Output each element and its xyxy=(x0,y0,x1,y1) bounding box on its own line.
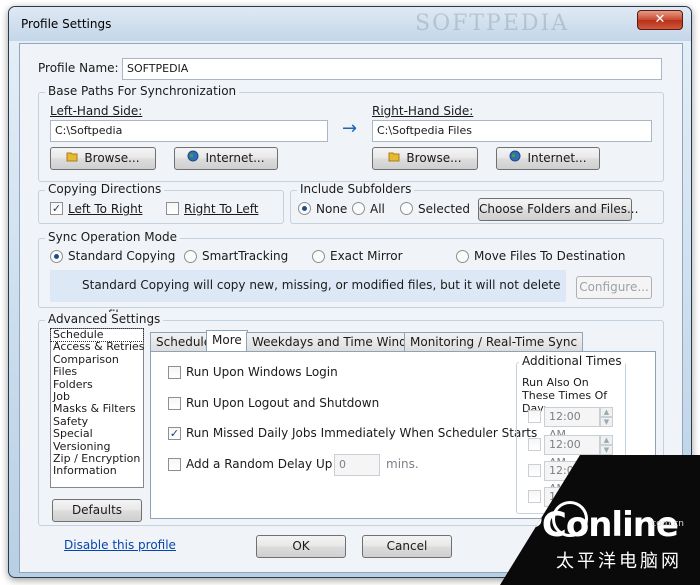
time-2-value[interactable]: 12:00 AM xyxy=(544,435,600,469)
subfolders-selected-label: Selected xyxy=(418,202,471,216)
window-title: Profile Settings xyxy=(21,17,112,31)
move-files-radio[interactable] xyxy=(456,250,469,263)
right-to-left-label: Right To Left xyxy=(184,202,259,216)
left-to-right-checkbox[interactable]: ✓ xyxy=(50,202,63,215)
smart-tracking-radio[interactable] xyxy=(184,250,197,263)
time-2-spinner[interactable]: 12:00 AM ▲ ▼ xyxy=(526,435,614,469)
ok-button[interactable]: OK xyxy=(256,535,346,558)
advanced-item-access-retries[interactable]: Access & Retries xyxy=(51,340,145,353)
right-internet-button[interactable]: Internet... xyxy=(496,147,600,170)
defaults-button[interactable]: Defaults xyxy=(52,499,142,522)
time-1-down-icon[interactable]: ▼ xyxy=(600,417,613,427)
advanced-item-files[interactable]: Files xyxy=(51,365,143,378)
exact-mirror-radio[interactable] xyxy=(312,250,325,263)
time-1-value[interactable]: 12:00 AM xyxy=(544,407,600,441)
time-1-up-icon[interactable]: ▲ xyxy=(600,407,613,417)
advanced-item-masks-filters[interactable]: Masks & Filters xyxy=(51,402,143,415)
left-browse-button[interactable]: Browse... xyxy=(50,147,156,170)
left-to-right-label: Left To Right xyxy=(68,202,143,216)
pconline-chinese: 太平洋电脑网 xyxy=(556,551,682,572)
advanced-category-list[interactable]: Schedule Access & Retries Comparison Fil… xyxy=(50,327,145,488)
left-internet-label: Internet... xyxy=(205,151,265,165)
folder-icon xyxy=(66,148,78,169)
left-internet-button[interactable]: Internet... xyxy=(174,147,278,170)
tab-more[interactable]: More xyxy=(206,330,248,352)
left-path-input[interactable]: C:\Softpedia xyxy=(50,120,328,142)
run-missed-jobs-label: Run Missed Daily Jobs Immediately When S… xyxy=(186,426,538,440)
right-browse-label: Browse... xyxy=(406,151,462,165)
additional-times-title: Additional Times xyxy=(519,354,625,368)
sync-direction-arrow-icon: → xyxy=(342,118,358,139)
time-2-up-icon[interactable]: ▲ xyxy=(600,435,613,445)
sync-mode-title: Sync Operation Mode xyxy=(45,230,180,244)
profile-name-label: Profile Name: xyxy=(38,61,119,75)
right-browse-button[interactable]: Browse... xyxy=(372,147,478,170)
include-subfolders-title: Include Subfolders xyxy=(297,182,415,196)
globe-icon xyxy=(187,148,199,169)
right-internet-label: Internet... xyxy=(527,151,587,165)
smart-tracking-label: SmartTracking xyxy=(202,249,289,263)
run-missed-jobs-checkbox[interactable]: ✓ xyxy=(168,427,181,440)
pconline-suffix: .com.cn xyxy=(648,519,684,529)
softpedia-watermark: SOFTPEDIA xyxy=(415,11,570,36)
cancel-button[interactable]: Cancel xyxy=(362,535,452,558)
title-bar[interactable]: Profile Settings SOFTPEDIA ✕ xyxy=(9,7,691,41)
base-paths-title: Base Paths For Synchronization xyxy=(45,84,240,98)
move-files-label: Move Files To Destination xyxy=(474,249,626,263)
folder-icon xyxy=(388,148,400,169)
subfolders-all-label: All xyxy=(370,202,385,216)
advanced-item-information[interactable]: Information xyxy=(51,464,143,477)
standard-copying-label: Standard Copying xyxy=(68,249,176,263)
left-browse-label: Browse... xyxy=(84,151,140,165)
random-delay-checkbox[interactable] xyxy=(168,458,181,471)
right-hand-side-label: Right-Hand Side: xyxy=(372,104,474,118)
advanced-settings-title: Advanced Settings xyxy=(45,312,164,326)
random-delay-input[interactable]: 0 xyxy=(334,454,380,476)
subfolders-none-label: None xyxy=(316,202,348,216)
run-upon-logout-checkbox[interactable] xyxy=(168,397,181,410)
close-button[interactable]: ✕ xyxy=(637,10,683,30)
run-upon-logout-label: Run Upon Logout and Shutdown xyxy=(186,396,380,410)
subfolders-all-radio[interactable] xyxy=(352,202,365,215)
tab-weekdays-time-window[interactable]: Weekdays and Time Window xyxy=(246,332,430,352)
random-delay-unit: mins. xyxy=(386,457,419,471)
standard-copying-radio[interactable] xyxy=(50,250,63,263)
copying-directions-title: Copying Directions xyxy=(45,182,165,196)
run-upon-login-checkbox[interactable] xyxy=(168,366,181,379)
configure-button[interactable]: Configure... xyxy=(576,276,652,299)
globe-icon xyxy=(509,148,521,169)
sync-mode-description: Standard Copying will copy new, missing,… xyxy=(50,270,566,322)
advanced-item-special[interactable]: Special xyxy=(51,427,143,440)
time-2-down-icon[interactable]: ▼ xyxy=(600,445,613,455)
time-1-spinner[interactable]: 12:00 AM ▲ ▼ xyxy=(526,407,614,441)
choose-folders-button[interactable]: Choose Folders and Files... xyxy=(478,198,638,221)
exact-mirror-label: Exact Mirror xyxy=(330,249,403,263)
subfolders-none-radio[interactable] xyxy=(298,202,311,215)
right-to-left-checkbox[interactable] xyxy=(166,202,179,215)
disable-profile-link[interactable]: Disable this profile xyxy=(64,538,176,552)
right-path-input[interactable]: C:\Softpedia Files xyxy=(372,120,652,142)
random-delay-label: Add a Random Delay Up To xyxy=(186,457,349,471)
run-upon-login-label: Run Upon Windows Login xyxy=(186,365,338,379)
tab-monitoring-real-time-sync[interactable]: Monitoring / Real-Time Sync xyxy=(404,332,584,352)
subfolders-selected-radio[interactable] xyxy=(400,202,413,215)
left-hand-side-label: Left-Hand Side: xyxy=(50,104,143,118)
profile-name-input[interactable]: SOFTPEDIA xyxy=(122,58,662,80)
